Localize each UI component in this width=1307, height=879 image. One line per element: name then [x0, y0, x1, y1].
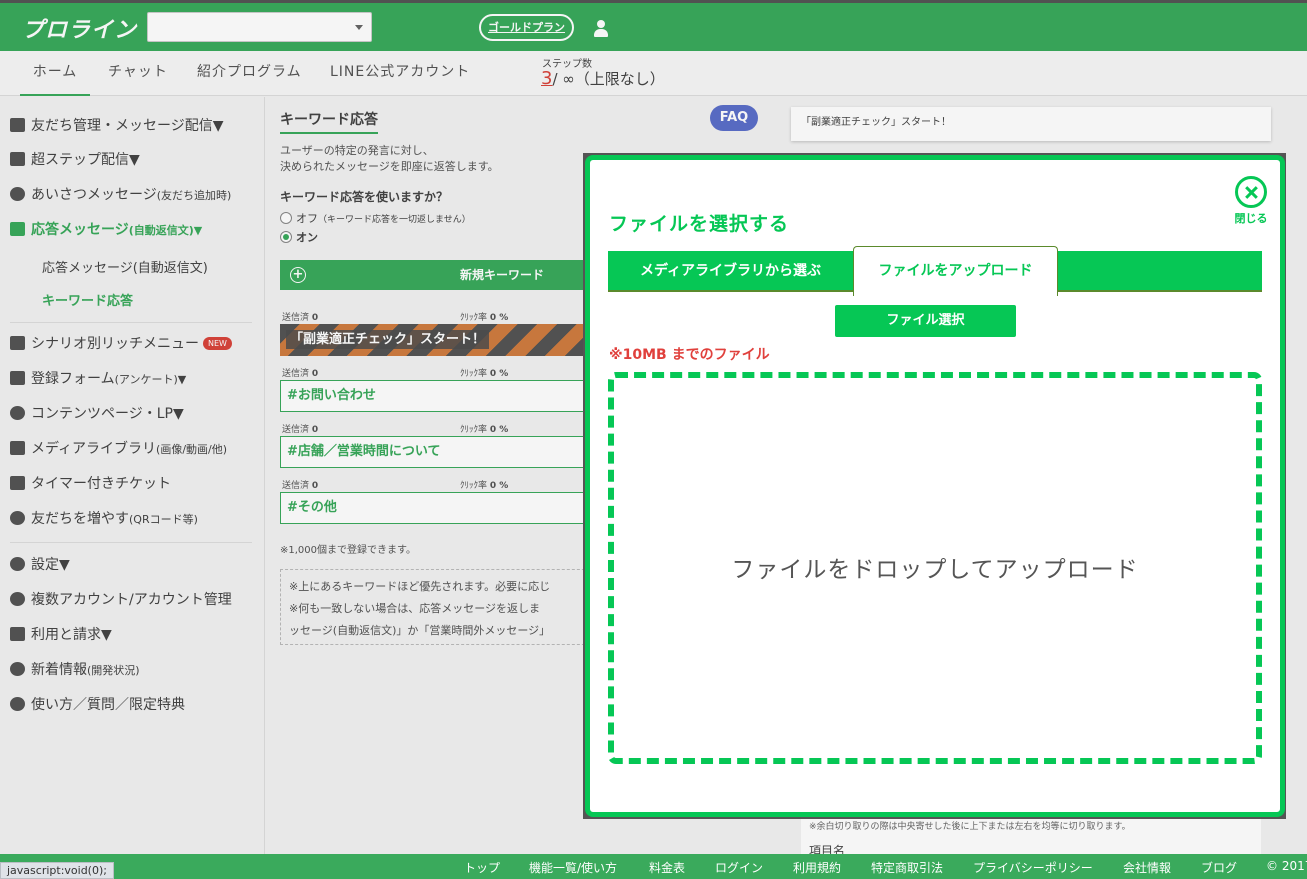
close-button[interactable]: 閉じる — [1231, 176, 1271, 228]
footer-link-blog[interactable]: ブログ — [1201, 859, 1237, 876]
tab-media-library[interactable]: メディアライブラリから選ぶ — [608, 251, 853, 292]
footer: トップ 機能一覧/使い方 料金表 ログイン 利用規約 特定商取引法 プライバシー… — [0, 854, 1307, 879]
footer-link-login[interactable]: ログイン — [715, 859, 763, 876]
footer-link-pricing[interactable]: 料金表 — [649, 859, 685, 876]
file-dropzone[interactable]: ファイルをドロップしてアップロード — [608, 372, 1262, 764]
dropzone-text: ファイルをドロップしてアップロード — [731, 557, 1139, 583]
footer-link-terms[interactable]: 利用規約 — [793, 859, 841, 876]
modal-tabs: メディアライブラリから選ぶ ファイルをアップロード — [608, 246, 1262, 296]
footer-link-features[interactable]: 機能一覧/使い方 — [529, 859, 617, 876]
status-bar-url: javascript:void(0); — [0, 862, 114, 879]
size-limit-note: ※10MB までのファイル — [609, 347, 770, 363]
tab-upload[interactable]: ファイルをアップロード — [853, 246, 1058, 296]
file-select-modal: ファイルを選択する 閉じる メディアライブラリから選ぶ ファイルをアップロード … — [585, 155, 1285, 817]
footer-link-company[interactable]: 会社情報 — [1123, 859, 1171, 876]
footer-link-commerce[interactable]: 特定商取引法 — [871, 859, 943, 876]
close-icon[interactable] — [1235, 176, 1267, 208]
footer-link-top[interactable]: トップ — [464, 859, 500, 876]
file-select-button[interactable]: ファイル選択 — [835, 305, 1016, 337]
footer-link-privacy[interactable]: プライバシーポリシー — [973, 859, 1093, 876]
modal-title: ファイルを選択する — [609, 213, 790, 235]
footer-copyright: © 2017 — [1266, 859, 1307, 873]
